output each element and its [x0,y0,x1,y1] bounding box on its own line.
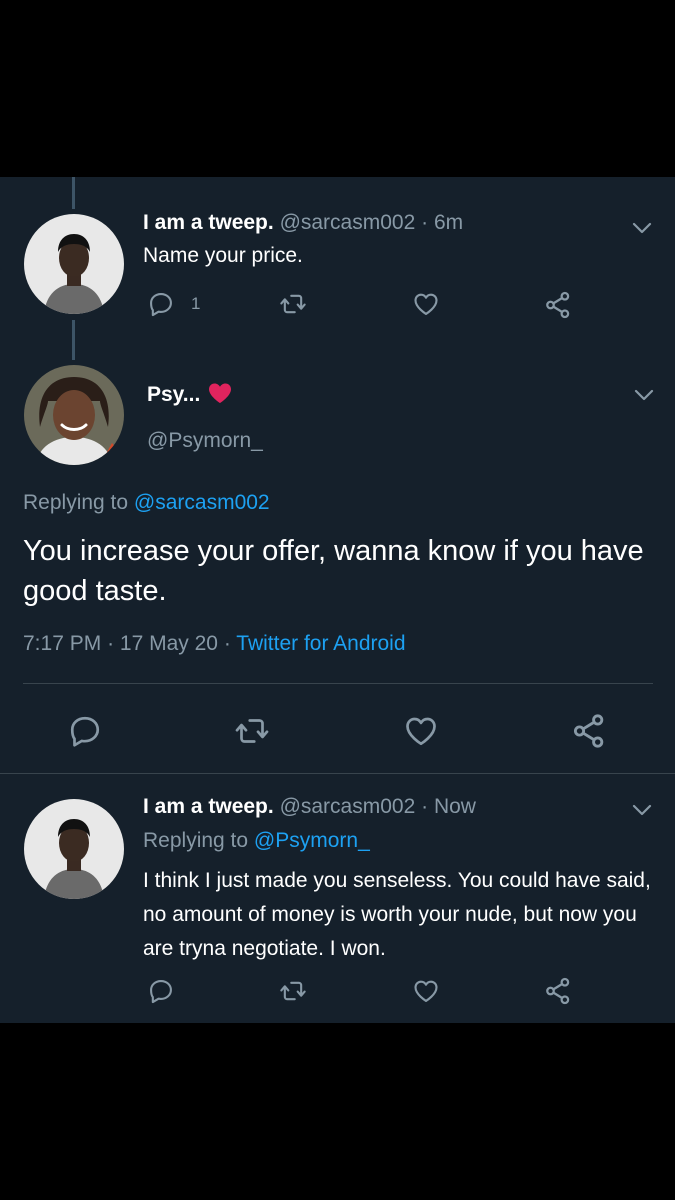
handle[interactable]: @sarcasm002 [280,211,416,234]
separator: · [223,632,231,655]
replying-to: Replying to @sarcasm002 [23,491,270,515]
retweet-icon [234,713,270,749]
divider [0,773,675,774]
retweet-button[interactable] [279,977,307,1005]
retweet-icon [279,290,307,318]
tweet-text: You increase your offer, wanna know if y… [23,535,644,607]
display-name-row: Psy... [147,382,232,407]
share-button[interactable] [543,290,573,320]
share-icon [570,712,608,750]
divider [23,683,653,684]
reply-icon [147,290,175,318]
reply-button[interactable]: 1 [147,290,200,318]
reply-icon [147,977,175,1005]
like-button[interactable] [412,290,440,318]
separator: · [421,211,429,234]
thread-connector-top [72,177,75,209]
reply-button[interactable] [67,713,103,749]
tweet-date[interactable]: 17 May 20 [120,632,218,655]
timestamp[interactable]: 6m [434,211,463,234]
reply-count: 1 [191,294,201,313]
display-name[interactable]: I am a tweep. [143,211,274,234]
retweet-button[interactable] [279,290,307,318]
like-button[interactable] [412,977,440,1005]
avatar[interactable] [24,799,124,899]
separator: · [421,795,429,818]
share-button[interactable] [543,976,573,1006]
heart-icon [412,977,440,1005]
tweet-time[interactable]: 7:17 PM [23,632,101,655]
avatar[interactable] [24,214,124,314]
like-button[interactable] [403,713,439,749]
share-icon [543,976,573,1006]
reply-button[interactable] [147,977,175,1005]
share-icon [543,290,573,320]
red-heart-emoji [209,383,232,403]
timestamp[interactable]: Now [434,795,476,818]
handle[interactable]: @Psymorn_ [147,429,263,453]
tweet-header: I am a tweep. @sarcasm002 · 6m [143,211,463,235]
avatar[interactable] [24,365,124,465]
chevron-down-icon[interactable] [631,803,653,817]
display-name[interactable]: I am a tweep. [143,795,274,818]
replying-to: Replying to @Psymorn_ [143,829,370,853]
tweet-header: I am a tweep. @sarcasm002 · Now [143,795,476,819]
separator: · [107,632,115,655]
thread-connector-middle [72,320,75,360]
heart-icon [412,290,440,318]
tweet-text: Name your price. [143,244,303,267]
share-button[interactable] [570,712,608,750]
retweet-button[interactable] [234,713,270,749]
replying-label: Replying to [143,829,249,852]
chevron-down-icon[interactable] [631,221,653,235]
heart-icon [403,713,439,749]
tweet-meta: 7:17 PM · 17 May 20 · Twitter for Androi… [23,632,406,656]
retweet-icon [279,977,307,1005]
handle[interactable]: @sarcasm002 [280,795,416,818]
replying-to-link[interactable]: @sarcasm002 [134,491,270,514]
display-name[interactable]: Psy... [147,383,200,406]
replying-to-link[interactable]: @Psymorn_ [254,829,370,852]
reply-icon [67,713,103,749]
replying-label: Replying to [23,491,129,514]
tweet-thread: I am a tweep. @sarcasm002 · 6m Name your… [0,177,675,1023]
tweet-source-link[interactable]: Twitter for Android [236,632,405,655]
tweet-text: I think I just made you senseless. You c… [143,869,651,960]
chevron-down-icon[interactable] [633,388,655,402]
